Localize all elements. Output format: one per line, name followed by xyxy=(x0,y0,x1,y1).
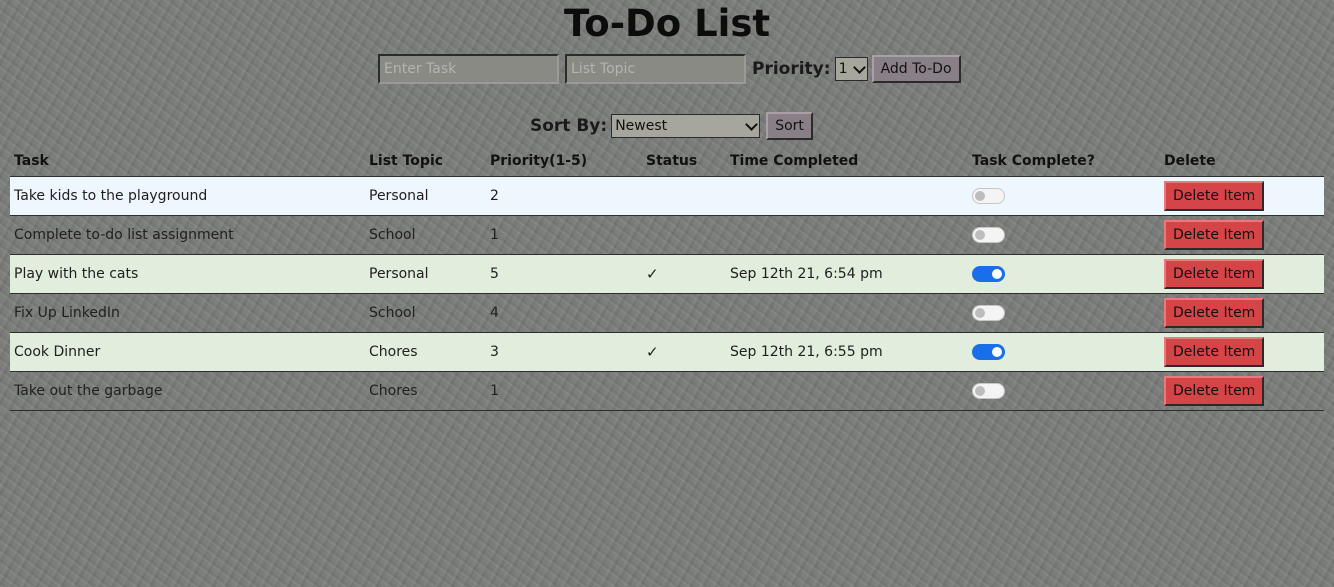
chevron-down-icon xyxy=(745,117,759,131)
delete-item-button[interactable]: Delete Item xyxy=(1164,298,1265,328)
complete-cell xyxy=(968,371,1160,411)
priority-cell: 3 xyxy=(486,332,642,372)
priority-cell: 4 xyxy=(486,293,642,333)
time-completed-cell xyxy=(726,215,968,255)
delete-item-button[interactable]: Delete Item xyxy=(1164,220,1265,250)
header-task: Task xyxy=(14,153,49,169)
complete-toggle[interactable] xyxy=(972,305,1005,321)
delete-cell: Delete Item xyxy=(1160,176,1324,216)
page-title: To-Do List xyxy=(563,2,771,45)
header-status: Status xyxy=(646,153,698,169)
header-time-completed: Time Completed xyxy=(730,153,859,169)
complete-toggle[interactable] xyxy=(972,383,1005,399)
complete-toggle[interactable] xyxy=(972,227,1005,243)
sort-select-value: Newest xyxy=(615,118,668,134)
task-cell: Take out the garbage xyxy=(10,371,365,411)
topic-cell: School xyxy=(365,215,486,255)
status-cell xyxy=(642,215,726,255)
task-cell: Play with the cats xyxy=(10,254,365,294)
delete-item-button[interactable]: Delete Item xyxy=(1164,181,1265,211)
complete-toggle[interactable] xyxy=(972,266,1005,282)
table-row: Fix Up LinkedIn School 4 Delete Item xyxy=(10,293,1324,333)
complete-cell xyxy=(968,215,1160,255)
status-cell xyxy=(642,293,726,333)
add-todo-button[interactable]: Add To-Do xyxy=(871,55,961,83)
task-input[interactable] xyxy=(378,54,559,84)
complete-cell xyxy=(968,176,1160,216)
sort-select[interactable]: Newest xyxy=(611,114,761,138)
status-cell: ✓ xyxy=(642,332,726,372)
time-completed-cell: Sep 12th 21, 6:55 pm xyxy=(726,332,968,372)
header-list-topic: List Topic xyxy=(369,153,444,169)
table-row: Take kids to the playground Personal 2 D… xyxy=(10,176,1324,216)
header-task-complete: Task Complete? xyxy=(972,153,1095,169)
time-completed-cell xyxy=(726,176,968,216)
topic-cell: School xyxy=(365,293,486,333)
table-row: Take out the garbage Chores 1 Delete Ite… xyxy=(10,371,1324,411)
task-cell: Fix Up LinkedIn xyxy=(10,293,365,333)
task-cell: Take kids to the playground xyxy=(10,176,365,216)
add-todo-form: Priority: 1 Add To-Do xyxy=(378,54,961,84)
status-cell xyxy=(642,176,726,216)
priority-select[interactable]: 1 xyxy=(834,57,868,81)
delete-cell: Delete Item xyxy=(1160,215,1324,255)
task-cell: Cook Dinner xyxy=(10,332,365,372)
delete-item-button[interactable]: Delete Item xyxy=(1164,337,1265,367)
topic-cell: Chores xyxy=(365,371,486,411)
todo-table: Task List Topic Priority(1-5) Status Tim… xyxy=(10,146,1324,411)
table-row: Play with the cats Personal 5 ✓ Sep 12th… xyxy=(10,254,1324,294)
topic-cell: Personal xyxy=(365,176,486,216)
header-priority: Priority(1-5) xyxy=(490,153,588,169)
complete-cell xyxy=(968,293,1160,333)
priority-label: Priority: xyxy=(752,59,831,79)
table-row: Complete to-do list assignment School 1 … xyxy=(10,215,1324,255)
topic-cell: Chores xyxy=(365,332,486,372)
table-header-row: Task List Topic Priority(1-5) Status Tim… xyxy=(10,146,1324,177)
time-completed-cell xyxy=(726,293,968,333)
table-row: Cook Dinner Chores 3 ✓ Sep 12th 21, 6:55… xyxy=(10,332,1324,372)
priority-cell: 1 xyxy=(486,215,642,255)
chevron-down-icon xyxy=(852,60,866,74)
time-completed-cell xyxy=(726,371,968,411)
sort-by-label: Sort By: xyxy=(530,116,608,136)
complete-cell xyxy=(968,254,1160,294)
task-cell: Complete to-do list assignment xyxy=(10,215,365,255)
sort-form: Sort By: Newest Sort xyxy=(530,112,813,140)
complete-cell xyxy=(968,332,1160,372)
priority-select-value: 1 xyxy=(838,61,848,77)
delete-cell: Delete Item xyxy=(1160,254,1324,294)
status-cell: ✓ xyxy=(642,254,726,294)
priority-cell: 5 xyxy=(486,254,642,294)
delete-cell: Delete Item xyxy=(1160,332,1324,372)
topic-input[interactable] xyxy=(565,54,746,84)
time-completed-cell: Sep 12th 21, 6:54 pm xyxy=(726,254,968,294)
complete-toggle[interactable] xyxy=(972,344,1005,360)
delete-item-button[interactable]: Delete Item xyxy=(1164,259,1265,289)
header-delete: Delete xyxy=(1164,153,1216,169)
delete-item-button[interactable]: Delete Item xyxy=(1164,376,1265,406)
priority-cell: 1 xyxy=(486,371,642,411)
priority-cell: 2 xyxy=(486,176,642,216)
delete-cell: Delete Item xyxy=(1160,371,1324,411)
topic-cell: Personal xyxy=(365,254,486,294)
sort-button[interactable]: Sort xyxy=(766,112,813,140)
status-cell xyxy=(642,371,726,411)
complete-toggle[interactable] xyxy=(972,188,1005,204)
delete-cell: Delete Item xyxy=(1160,293,1324,333)
